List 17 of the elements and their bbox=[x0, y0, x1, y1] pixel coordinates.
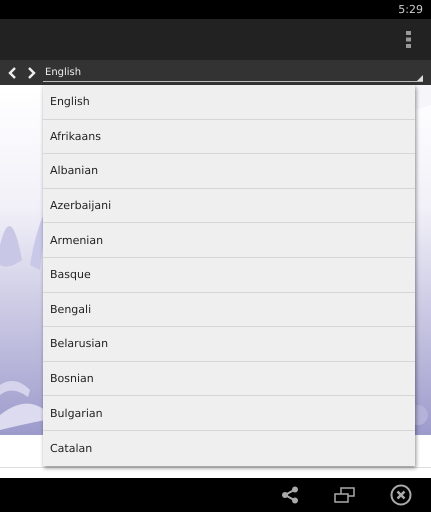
language-option[interactable]: Afrikaans bbox=[43, 120, 415, 154]
language-option[interactable]: Azerbaijani bbox=[43, 188, 415, 224]
language-option[interactable]: Albanian bbox=[43, 154, 415, 189]
status-time: 5:29 bbox=[398, 3, 423, 16]
language-option[interactable]: Armenian bbox=[43, 223, 415, 258]
language-option[interactable]: Belarusian bbox=[43, 327, 415, 362]
share-icon[interactable] bbox=[281, 486, 299, 504]
language-option[interactable]: Bosnian bbox=[43, 362, 415, 396]
language-option[interactable]: Catalan bbox=[43, 430, 415, 466]
language-option[interactable]: Basque bbox=[43, 258, 415, 293]
windows-icon[interactable] bbox=[334, 487, 355, 503]
language-option[interactable]: Bulgarian bbox=[43, 396, 415, 431]
dropdown-corner-icon bbox=[417, 75, 423, 81]
close-icon[interactable] bbox=[390, 484, 412, 506]
language-option[interactable]: English bbox=[43, 85, 415, 120]
language-option[interactable]: Bengali bbox=[43, 292, 415, 328]
overflow-menu-icon[interactable] bbox=[406, 31, 411, 48]
